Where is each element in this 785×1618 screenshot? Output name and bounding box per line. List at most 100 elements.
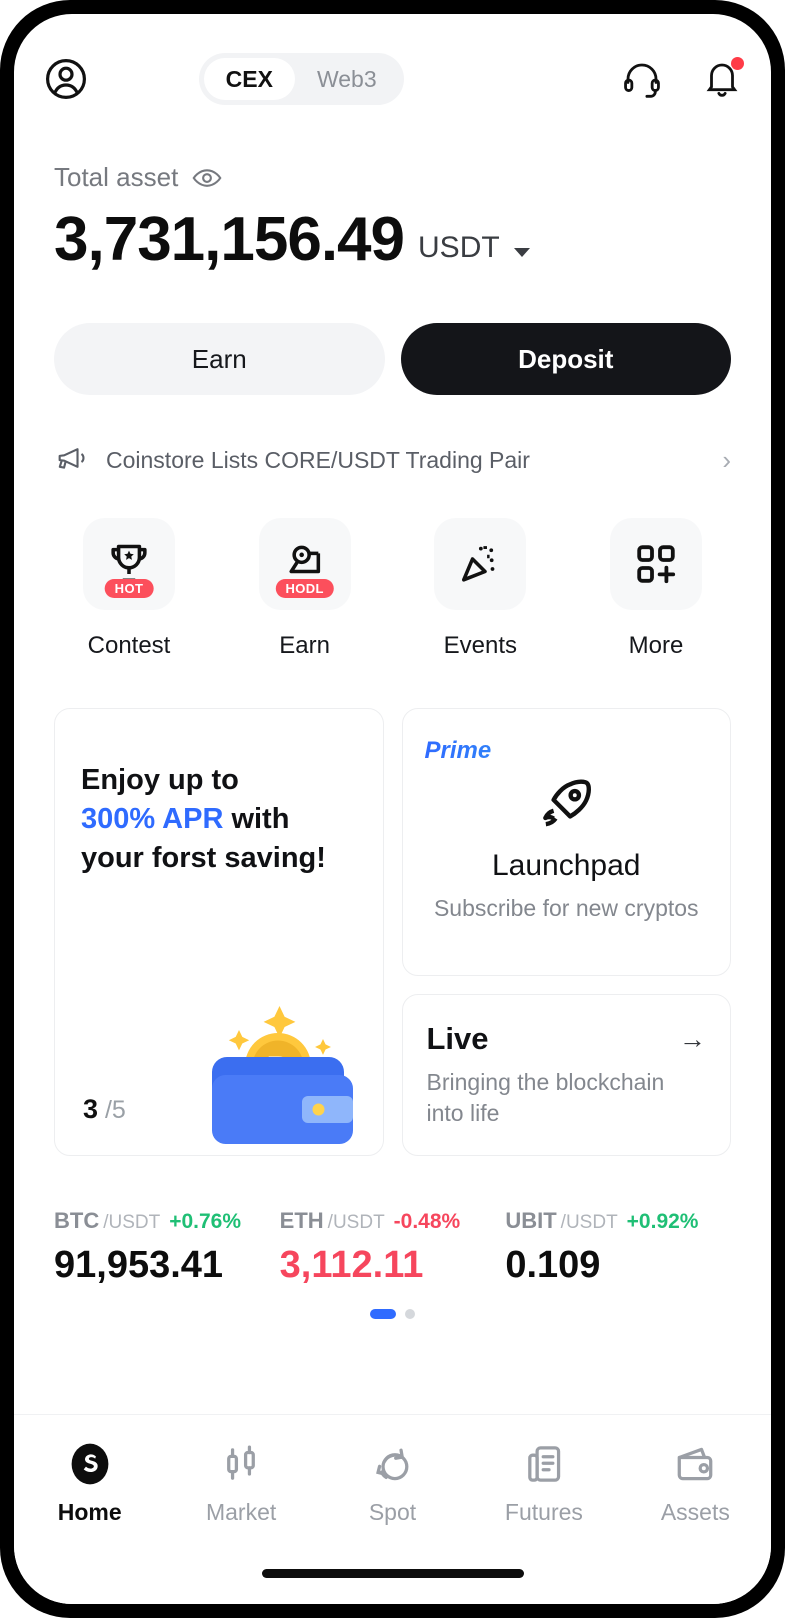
- party-popper-icon: [462, 546, 495, 582]
- launchpad-subtitle: Subscribe for new cryptos: [433, 895, 699, 921]
- headset-icon[interactable]: [621, 58, 663, 100]
- header-actions: [621, 57, 744, 100]
- quick-action-more[interactable]: More: [581, 518, 731, 660]
- promo-cards: Enjoy up to 300% APR with your forst sav…: [14, 660, 771, 1156]
- quick-action-label: Contest: [87, 632, 171, 659]
- arrow-right-icon[interactable]: →: [679, 1024, 706, 1055]
- primary-actions: Earn Deposit: [14, 271, 771, 395]
- quick-actions: HOT Contest HODL Earn Events More: [14, 480, 771, 660]
- home-logo-icon: [71, 1443, 109, 1485]
- ticker-ubit[interactable]: UBIT/USDT +0.92% 0.109: [505, 1208, 731, 1287]
- phone-frame: CEX Web3 Total asset 3,731,156.49 USDT E…: [0, 0, 785, 1618]
- tab-web3[interactable]: Web3: [295, 58, 399, 100]
- ticker-quote: /USDT: [327, 1212, 385, 1233]
- eye-icon[interactable]: [192, 167, 222, 189]
- ticker-base: ETH: [279, 1208, 324, 1233]
- candlestick-icon: [227, 1445, 256, 1480]
- launchpad-card[interactable]: Prime Launchpad Subscribe for new crypto…: [401, 708, 731, 976]
- tab-cex[interactable]: CEX: [203, 58, 295, 100]
- earn-promo-line3: your forst saving!: [81, 842, 326, 875]
- nav-label: Market: [205, 1499, 277, 1525]
- total-asset-label: Total asset: [54, 162, 179, 192]
- app-header: CEX Web3: [14, 14, 771, 114]
- nav-label: Futures: [504, 1499, 583, 1525]
- hot-badge: HOT: [104, 579, 154, 598]
- megaphone-icon: [54, 441, 88, 480]
- quick-action-contest[interactable]: HOT Contest: [54, 518, 204, 660]
- pagination-dot[interactable]: [405, 1309, 415, 1319]
- ticker-base: UBIT: [505, 1208, 557, 1233]
- ticker-quote: /USDT: [103, 1212, 161, 1233]
- app-screen: CEX Web3 Total asset 3,731,156.49 USDT E…: [14, 14, 771, 1604]
- wallet-bitcoin-icon: B: [185, 997, 365, 1147]
- earn-promo-line2-rest: with: [223, 803, 290, 836]
- earn-promo-card[interactable]: Enjoy up to 300% APR with your forst sav…: [54, 708, 384, 1156]
- ticker-change: +0.76%: [169, 1210, 242, 1233]
- ticker-quote: /USDT: [560, 1212, 618, 1233]
- hodl-badge: HODL: [275, 579, 334, 598]
- chevron-down-icon[interactable]: [513, 248, 530, 257]
- user-circle-icon[interactable]: [42, 55, 90, 103]
- balance-currency[interactable]: USDT: [418, 231, 500, 271]
- ticker-row: BTC/USDT +0.76% 91,953.41 ETH/USDT -0.48…: [14, 1156, 771, 1287]
- quick-action-earn[interactable]: HODL Earn: [230, 518, 380, 660]
- promo-right-column: Prime Launchpad Subscribe for new crypto…: [401, 708, 731, 1156]
- cex-web3-toggle[interactable]: CEX Web3: [198, 53, 404, 105]
- announcement-text: Coinstore Lists CORE/USDT Trading Pair: [106, 447, 530, 473]
- nav-item-home[interactable]: Home: [14, 1441, 165, 1526]
- quick-action-tile: [609, 518, 702, 610]
- promo-left-column: Enjoy up to 300% APR with your forst sav…: [54, 708, 384, 1156]
- wallet-icon: [677, 1447, 713, 1481]
- ticker-change: -0.48%: [393, 1210, 461, 1233]
- swap-circle-icon: [375, 1448, 408, 1481]
- live-title: Live: [426, 1021, 489, 1056]
- total-asset-header: Total asset: [54, 162, 731, 193]
- ticker-price: 3,112.11: [279, 1244, 424, 1286]
- live-card-header: Live →: [427, 1021, 707, 1057]
- balance-amount: 3,731,156.49: [54, 205, 405, 274]
- ticker-price: 0.109: [505, 1244, 601, 1286]
- quick-action-label: More: [628, 632, 684, 659]
- nav-label: Spot: [368, 1499, 417, 1525]
- ticker-price: 91,953.41: [54, 1244, 224, 1286]
- earn-button[interactable]: Earn: [54, 323, 385, 395]
- nav-label: Assets: [660, 1499, 730, 1525]
- ticker-btc[interactable]: BTC/USDT +0.76% 91,953.41: [54, 1208, 280, 1287]
- quick-action-tile: [434, 518, 527, 610]
- rocket-icon: [535, 773, 597, 835]
- carousel-total-pages: /5: [104, 1096, 126, 1124]
- ticker-change: +0.92%: [626, 1210, 699, 1233]
- nav-item-futures[interactable]: Futures: [468, 1441, 619, 1526]
- deposit-button[interactable]: Deposit: [400, 323, 731, 395]
- home-indicator-bar: [261, 1569, 524, 1578]
- earn-promo-heading: Enjoy up to 300% APR with your forst sav…: [81, 761, 357, 878]
- balance-amount-row: 3,731,156.49 USDT: [54, 209, 731, 271]
- nav-item-assets[interactable]: Assets: [620, 1441, 771, 1526]
- ticker-base: BTC: [54, 1208, 100, 1233]
- nav-item-spot[interactable]: Spot: [317, 1441, 468, 1526]
- ticker-pagination[interactable]: [14, 1309, 771, 1319]
- total-asset-section: Total asset 3,731,156.49 USDT: [14, 114, 771, 271]
- carousel-page-indicator: 3 /5: [83, 1094, 126, 1125]
- prime-tag: Prime: [425, 737, 709, 765]
- bottom-nav: Home Market Spot Futures Assets: [14, 1414, 771, 1604]
- ticker-pair: ETH/USDT -0.48%: [280, 1208, 506, 1234]
- quick-action-label: Earn: [279, 632, 330, 659]
- live-subtitle: Bringing the blockchain into life: [426, 1069, 665, 1127]
- launchpad-title: Launchpad: [492, 849, 641, 882]
- ticker-eth[interactable]: ETH/USDT -0.48% 3,112.11: [280, 1208, 506, 1287]
- quick-action-events[interactable]: Events: [405, 518, 555, 660]
- ticker-pair: BTC/USDT +0.76%: [54, 1208, 280, 1234]
- nav-item-market[interactable]: Market: [165, 1441, 316, 1526]
- pagination-dot-active[interactable]: [370, 1309, 396, 1319]
- nav-label: Home: [57, 1499, 122, 1525]
- announcement-bar[interactable]: Coinstore Lists CORE/USDT Trading Pair ›: [14, 395, 771, 480]
- grid-plus-icon: [637, 545, 676, 584]
- bell-icon[interactable]: [701, 57, 744, 100]
- chevron-right-icon: ›: [722, 445, 731, 475]
- ticker-pair: UBIT/USDT +0.92%: [505, 1208, 731, 1234]
- quick-action-tile: HODL: [258, 518, 351, 610]
- notification-dot: [730, 57, 744, 70]
- earn-promo-line1: Enjoy up to: [81, 764, 239, 796]
- live-card[interactable]: Live → Bringing the blockchain into life: [401, 994, 731, 1156]
